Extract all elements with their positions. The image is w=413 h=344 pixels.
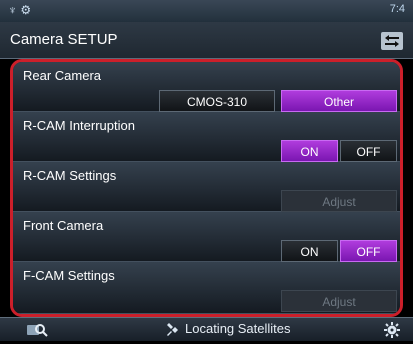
title-bar: Camera SETUP <box>0 22 413 59</box>
r-cam-interruption-on-button[interactable]: ON <box>281 140 338 162</box>
front-camera-off-button[interactable]: OFF <box>340 240 397 262</box>
row-r-cam-settings: R-CAM Settings Adjust <box>13 162 400 212</box>
row-f-cam-settings: F-CAM Settings Adjust <box>13 262 400 314</box>
search-icon <box>27 324 48 337</box>
status-bar: ♆ ⚙ 7:4 <box>0 0 413 22</box>
row-r-cam-interruption: R-CAM Interruption ON OFF <box>13 112 400 162</box>
bottom-bar: Locating Satellites <box>0 317 413 341</box>
rear-camera-option-other[interactable]: Other <box>281 90 397 112</box>
row-rear-camera: Rear Camera CMOS-310 Other <box>13 62 400 112</box>
settings-button[interactable] <box>383 321 401 339</box>
back-button[interactable] <box>381 32 403 50</box>
gps-status-text: Locating Satellites <box>185 321 291 336</box>
f-cam-settings-label: F-CAM Settings <box>23 268 115 283</box>
r-cam-interruption-label: R-CAM Interruption <box>23 118 135 133</box>
rear-camera-option-cmos-310[interactable]: CMOS-310 <box>159 90 275 112</box>
back-icon <box>385 35 399 47</box>
r-cam-adjust-button[interactable]: Adjust <box>281 190 397 212</box>
satellite-icon <box>165 322 179 337</box>
r-cam-settings-label: R-CAM Settings <box>23 168 117 183</box>
status-time: 7:4 <box>389 3 405 15</box>
gps-status: Locating Satellites <box>165 321 291 337</box>
page-title: Camera SETUP <box>10 31 118 48</box>
front-camera-label: Front Camera <box>23 218 104 233</box>
map-search-button[interactable] <box>26 322 48 338</box>
f-cam-adjust-button[interactable]: Adjust <box>281 290 397 312</box>
status-icons-left: ♆ ⚙ <box>8 3 32 17</box>
row-front-camera: Front Camera ON OFF <box>13 212 400 262</box>
rear-camera-label: Rear Camera <box>23 68 102 83</box>
r-cam-interruption-off-button[interactable]: OFF <box>340 140 397 162</box>
front-camera-on-button[interactable]: ON <box>281 240 338 262</box>
gear-icon <box>384 322 400 338</box>
camera-settings-panel: Rear Camera CMOS-310 Other R-CAM Interru… <box>10 59 403 317</box>
